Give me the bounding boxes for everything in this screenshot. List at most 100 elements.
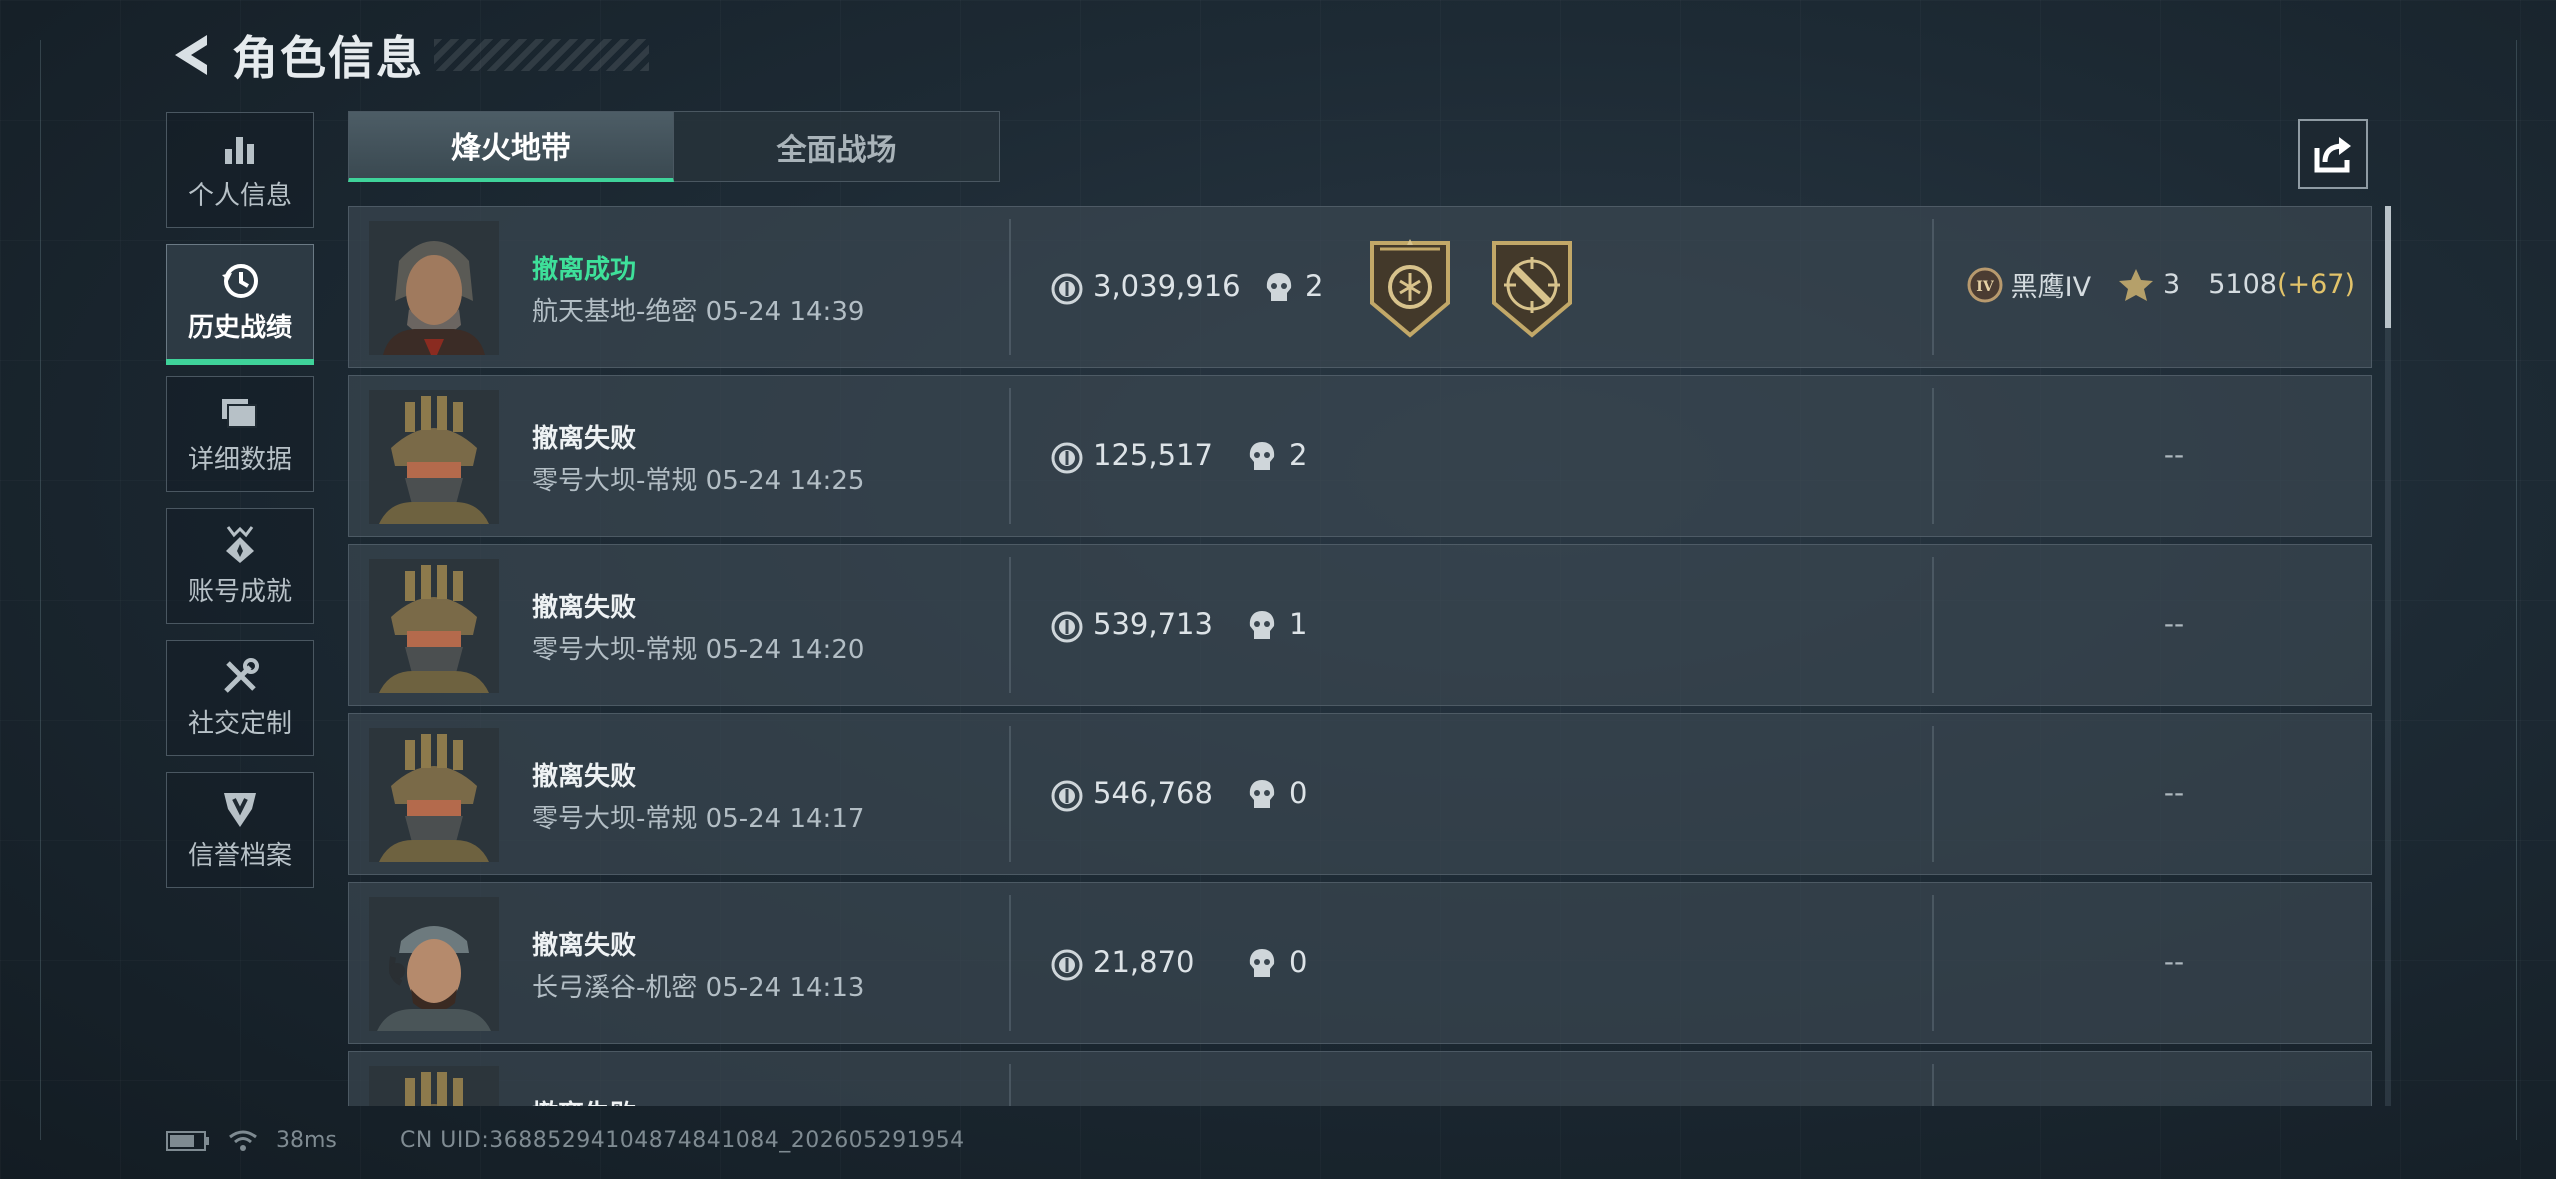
rank-info: IV 黑鹰IV 3 5108 (+67): [1967, 265, 2355, 304]
match-row[interactable]: 撤离失败 长弓溪谷-机密 05-24 14:13 21,870 0 --: [348, 882, 2372, 1044]
operator-avatar: [369, 559, 499, 693]
scrollbar-thumb[interactable]: [2385, 206, 2391, 328]
share-button[interactable]: [2298, 119, 2368, 189]
match-map-time: 零号大坝-常规 05-24 14:20: [532, 629, 864, 666]
column-divider: [1009, 895, 1011, 1031]
rank-placeholder: --: [2163, 776, 2185, 809]
folder-stack-icon: [220, 393, 260, 433]
tab-hazard-zone[interactable]: 烽火地带: [348, 111, 674, 182]
skull-kills-icon: [1266, 273, 1292, 301]
extraction-value: 3,039,916: [1093, 269, 1241, 303]
nav-item-detailed-data[interactable]: 详细数据: [166, 376, 314, 492]
kill-count: 2: [1289, 438, 1308, 472]
extraction-status: 撤离失败: [532, 1094, 636, 1106]
operator-avatar: [369, 728, 499, 862]
match-time: 05-24 14:17: [705, 804, 865, 834]
map-name: 零号大坝-常规: [532, 466, 698, 496]
side-nav: 个人信息 历史战绩 详细数据 账号成就 社交定制 信誉档案: [166, 112, 316, 904]
nav-item-personal-info[interactable]: 个人信息: [166, 112, 314, 228]
kill-count: 1: [1289, 607, 1308, 641]
list-scrollbar[interactable]: [2385, 206, 2391, 1106]
match-time: 05-24 14:39: [705, 297, 865, 327]
column-divider: [1932, 219, 1934, 355]
value-coin-icon: [1051, 273, 1083, 305]
skull-kills-icon: [1249, 442, 1275, 470]
back-arrow-icon: [175, 35, 207, 75]
match-row[interactable]: 撤离成功 航天基地-绝密 05-24 14:39 3,039,916 2 IV …: [348, 206, 2372, 368]
rank-name: 黑鹰IV: [2010, 272, 2092, 303]
column-divider: [1932, 1064, 1934, 1106]
match-time: 05-24 14:13: [705, 973, 865, 1003]
title-decoration: [434, 39, 649, 71]
map-name: 航天基地-绝密: [532, 297, 698, 327]
operator-avatar: [369, 897, 499, 1031]
extraction-status: 撤离成功: [532, 255, 637, 285]
nav-item-label: 信誉档案: [187, 840, 292, 871]
rank-badge-icon: IV: [1967, 267, 2003, 302]
page-title: 角色信息: [232, 31, 424, 85]
rank-placeholder: --: [2163, 607, 2185, 640]
value-coin-icon: [1051, 780, 1083, 812]
extraction-status: 撤离失败: [532, 931, 637, 961]
page-header: 角色信息: [168, 22, 649, 88]
kill-count: 2: [1305, 269, 1324, 303]
extraction-status: 撤离失败: [532, 762, 637, 792]
nav-item-match-history[interactable]: 历史战绩: [166, 244, 314, 365]
medal-coin-icon[interactable]: [1362, 237, 1458, 339]
battery-icon: [166, 1130, 209, 1151]
skull-kills-icon: [1249, 611, 1275, 639]
nav-item-label: 详细数据: [187, 444, 292, 475]
mode-tabs: 烽火地带 全面战场: [348, 111, 1000, 182]
column-divider: [1009, 219, 1011, 355]
frame-border-left: [40, 40, 41, 1140]
map-name: 零号大坝-常规: [532, 635, 698, 665]
kill-count: 0: [1289, 776, 1308, 810]
match-history-list[interactable]: 撤离成功 航天基地-绝密 05-24 14:39 3,039,916 2 IV …: [348, 206, 2372, 1106]
star-icon: [2119, 268, 2154, 301]
rank-placeholder: --: [2163, 945, 2185, 978]
column-divider: [1932, 388, 1934, 524]
nav-item-label: 个人信息: [187, 180, 292, 211]
operator-avatar: [369, 390, 499, 524]
ping-text: 38ms: [276, 1128, 337, 1153]
nav-item-label: 历史战绩: [187, 312, 292, 343]
extraction-status: 撤离失败: [532, 424, 637, 454]
nav-item-social-custom[interactable]: 社交定制: [166, 640, 314, 756]
match-row[interactable]: 撤离失败: [348, 1051, 2372, 1106]
rank-stars: 3: [2163, 269, 2181, 300]
column-divider: [1932, 557, 1934, 693]
column-divider: [1009, 557, 1011, 693]
column-divider: [1009, 388, 1011, 524]
rank-score-delta: (+67): [2276, 269, 2355, 300]
rank-placeholder: --: [2163, 438, 2185, 471]
status-footer: 38ms: [166, 1128, 337, 1153]
frame-border-right: [2516, 40, 2517, 1140]
nav-item-credit-profile[interactable]: 信誉档案: [166, 772, 314, 888]
match-row[interactable]: 撤离失败 零号大坝-常规 05-24 14:25 125,517 2 --: [348, 375, 2372, 537]
match-row[interactable]: 撤离失败 零号大坝-常规 05-24 14:20 539,713 1 --: [348, 544, 2372, 706]
extraction-status: 撤离失败: [532, 593, 637, 623]
map-name: 长弓溪谷-机密: [532, 973, 698, 1003]
back-button[interactable]: [168, 30, 214, 80]
match-row[interactable]: 撤离失败 零号大坝-常规 05-24 14:17 546,768 0 --: [348, 713, 2372, 875]
skull-kills-icon: [1249, 780, 1275, 808]
match-map-time: 零号大坝-常规 05-24 14:25: [532, 460, 864, 497]
nav-item-account-achievements[interactable]: 账号成就: [166, 508, 314, 624]
nav-item-label: 账号成就: [187, 576, 292, 607]
column-divider: [1009, 1064, 1011, 1106]
nav-item-label: 社交定制: [187, 708, 292, 739]
map-name: 零号大坝-常规: [532, 804, 698, 834]
share-icon: [2314, 137, 2351, 173]
rank-badge-text: IV: [1976, 279, 1995, 295]
match-time: 05-24 14:25: [705, 466, 865, 496]
kill-count: 0: [1289, 945, 1308, 979]
extraction-value: 546,768: [1093, 776, 1213, 810]
column-divider: [1932, 895, 1934, 1031]
medal-dagger-icon[interactable]: [1484, 237, 1580, 339]
operator-avatar: [369, 221, 499, 355]
achievement-badge-icon: [220, 525, 260, 565]
tools-icon: [220, 657, 260, 697]
match-map-time: 长弓溪谷-机密 05-24 14:13: [532, 967, 864, 1004]
tab-all-out-warfare[interactable]: 全面战场: [674, 111, 1000, 182]
operator-avatar: [369, 1066, 499, 1106]
